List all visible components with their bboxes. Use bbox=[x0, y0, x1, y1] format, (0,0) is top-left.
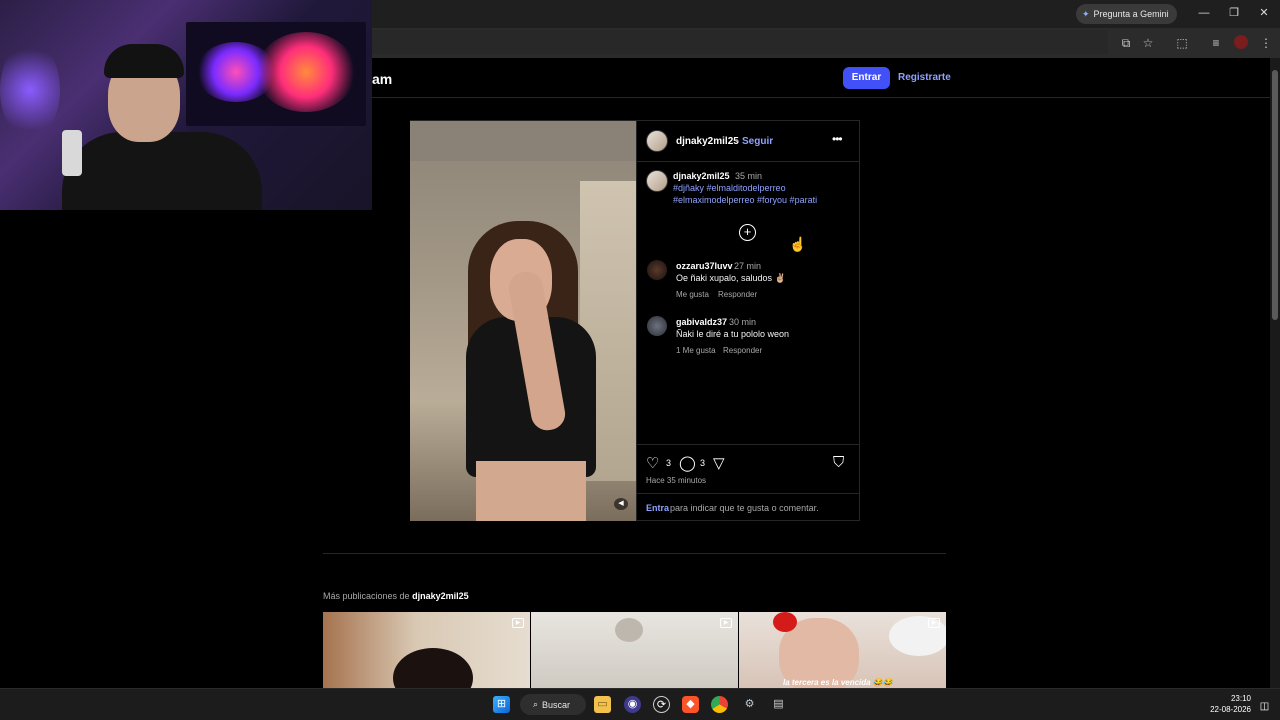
address-bar[interactable] bbox=[372, 30, 1108, 54]
restore-icon[interactable]: ❐ bbox=[1226, 6, 1242, 20]
post-video[interactable] bbox=[410, 121, 636, 521]
close-icon[interactable]: ✕ bbox=[1256, 6, 1272, 20]
chrome-browser-icon[interactable] bbox=[711, 696, 728, 713]
profile-avatar[interactable] bbox=[1234, 35, 1248, 49]
post-thumbnail[interactable]: ▶ bbox=[531, 612, 738, 688]
post-timestamp: Hace 35 minutos bbox=[646, 476, 707, 485]
reel-icon: ▶ bbox=[720, 618, 732, 628]
share-icon[interactable]: ▽ bbox=[713, 454, 725, 472]
comment-icon[interactable]: ◯ bbox=[679, 454, 696, 472]
load-more-comments-icon[interactable]: + bbox=[739, 224, 756, 241]
signup-link[interactable]: Registrarte bbox=[898, 67, 951, 89]
caption-hashtags[interactable]: #djñaky #elmalditodelperreo bbox=[673, 183, 786, 193]
post-thumbnail[interactable]: ▶ bbox=[323, 612, 530, 688]
avatar[interactable] bbox=[647, 260, 667, 280]
notification-icon[interactable]: ◫ bbox=[1256, 698, 1273, 715]
comment-reply-button[interactable]: Responder bbox=[723, 346, 762, 355]
comment-text: Ñaki le diré a tu pololo weon bbox=[676, 329, 790, 339]
login-button[interactable]: Entrar bbox=[843, 67, 890, 89]
post-username[interactable]: djnaky2mil25 bbox=[676, 136, 739, 147]
taskbar-date[interactable]: 22-08-2026 bbox=[1206, 705, 1251, 714]
app-icon[interactable]: ⟳ bbox=[653, 696, 670, 713]
tv-screen bbox=[186, 22, 366, 126]
caption-time: 35 min bbox=[735, 171, 763, 181]
login-prompt-text: para indicar que te gusta o comentar. bbox=[670, 503, 819, 513]
caption-username[interactable]: djnaky2mil25 bbox=[673, 171, 730, 181]
comment-like-button[interactable]: 1 Me gusta bbox=[676, 346, 716, 355]
comment-text: Oe ñaki xupalo, saludos ✌🏼 bbox=[676, 273, 786, 283]
divider bbox=[637, 493, 859, 494]
webcam-overlay bbox=[0, 0, 372, 210]
windows-start-icon[interactable]: ⊞ bbox=[493, 696, 510, 713]
gemini-button[interactable]: ✦ Pregunta a Gemini bbox=[1076, 4, 1177, 24]
login-prompt-link[interactable]: Entra bbox=[646, 503, 669, 513]
bookmark-star-icon[interactable]: ☆ bbox=[1140, 35, 1156, 51]
comment-count: 3 bbox=[700, 458, 706, 468]
reel-icon: ▶ bbox=[512, 618, 524, 628]
more-posts-prefix: Más publicaciones de bbox=[323, 591, 410, 601]
follow-button[interactable]: Seguir bbox=[742, 136, 773, 147]
avatar[interactable] bbox=[646, 130, 668, 152]
divider bbox=[637, 444, 859, 445]
brave-browser-icon[interactable]: ◆ bbox=[682, 696, 699, 713]
site-header bbox=[372, 58, 1270, 98]
scrollbar-thumb[interactable] bbox=[1272, 70, 1278, 320]
extensions-icon[interactable]: ⬚ bbox=[1174, 35, 1190, 51]
caption-hashtags[interactable]: #elmaximodelperreo #foryou #parati bbox=[673, 195, 817, 205]
comment-like-button[interactable]: Me gusta bbox=[676, 290, 709, 299]
more-posts-title: Más publicaciones de djnaky2mil25 bbox=[323, 591, 469, 601]
comment-time: 30 min bbox=[729, 317, 757, 327]
divider bbox=[323, 553, 946, 554]
settings-gear-icon[interactable]: ⚙ bbox=[741, 696, 758, 713]
save-bookmark-icon[interactable]: ⛉ bbox=[833, 454, 844, 471]
comment-time: 27 min bbox=[734, 261, 762, 271]
microphone bbox=[62, 130, 82, 176]
search-icon: ⌕ bbox=[533, 699, 539, 709]
like-count: 3 bbox=[666, 458, 672, 468]
comment-username[interactable]: ozzaru37luvv bbox=[676, 261, 733, 271]
gemini-button-label: Pregunta a Gemini bbox=[1093, 9, 1169, 19]
app-icon[interactable]: ◉ bbox=[624, 696, 641, 713]
more-options-icon[interactable]: ••• bbox=[832, 132, 843, 146]
volume-icon[interactable]: ◀ bbox=[614, 498, 628, 510]
file-explorer-icon[interactable]: ▭ bbox=[594, 696, 611, 713]
avatar[interactable] bbox=[646, 170, 668, 192]
minimize-icon[interactable]: — bbox=[1196, 6, 1212, 20]
sparkle-icon: ✦ bbox=[1082, 8, 1090, 19]
taskbar-clock[interactable]: 23:10 bbox=[1225, 694, 1251, 703]
reel-icon: ▶ bbox=[928, 618, 940, 628]
taskbar-search-label: Buscar bbox=[542, 699, 571, 710]
more-posts-username[interactable]: djnaky2mil25 bbox=[412, 591, 469, 601]
comment-username[interactable]: gabivaldz37 bbox=[676, 317, 727, 327]
avatar[interactable] bbox=[647, 316, 667, 336]
post-thumbnail[interactable]: ▶ la tercera es la vencida 😂😂 bbox=[739, 612, 946, 688]
separator-dot: • bbox=[735, 136, 739, 147]
app-icon[interactable]: ▤ bbox=[770, 696, 787, 713]
browser-menu-icon[interactable]: ⋮ bbox=[1258, 35, 1274, 51]
taskbar-search[interactable]: ⌕ Buscar bbox=[520, 694, 586, 715]
media-control-icon[interactable]: ≡ bbox=[1208, 35, 1224, 51]
site-logo[interactable]: am bbox=[372, 71, 392, 87]
install-app-icon[interactable]: ⧉ bbox=[1118, 35, 1134, 51]
divider bbox=[637, 161, 859, 162]
thumbnail-caption: la tercera es la vencida 😂😂 bbox=[783, 678, 893, 687]
like-icon[interactable]: ♡ bbox=[646, 454, 659, 472]
comment-reply-button[interactable]: Responder bbox=[718, 290, 757, 299]
mouse-cursor-icon: ☝ bbox=[789, 236, 807, 252]
